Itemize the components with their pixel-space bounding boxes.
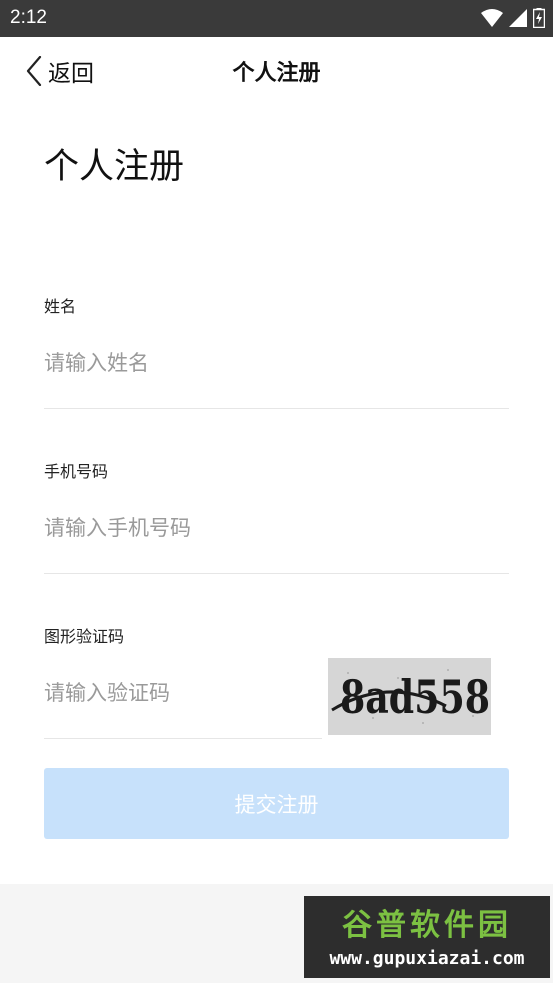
status-time: 2:12 bbox=[10, 7, 47, 28]
watermark-logo: 谷普软件园 bbox=[342, 908, 512, 943]
name-label: 姓名 bbox=[44, 297, 77, 316]
captcha-divider bbox=[44, 738, 322, 739]
status-icons bbox=[481, 8, 545, 28]
status-bar: 2:12 bbox=[0, 0, 553, 37]
submit-registration-button[interactable]: 提交注册 bbox=[44, 768, 509, 839]
nav-title: 个人注册 bbox=[232, 61, 321, 86]
name-input[interactable] bbox=[44, 338, 509, 388]
page-title: 个人注册 bbox=[44, 147, 185, 187]
watermark: 谷普软件园 www.gupuxiazai.com bbox=[304, 896, 550, 978]
signal-icon bbox=[509, 9, 527, 27]
wifi-icon bbox=[481, 9, 503, 27]
watermark-url: www.gupuxiazai.com bbox=[329, 948, 525, 969]
captcha-input[interactable] bbox=[44, 668, 320, 718]
phone-input[interactable] bbox=[44, 503, 509, 553]
captcha-image[interactable]: 8ad558 bbox=[328, 658, 491, 735]
name-divider bbox=[44, 408, 509, 409]
captcha-label: 图形验证码 bbox=[44, 627, 125, 646]
phone-label: 手机号码 bbox=[44, 462, 109, 481]
nav-bar: 返回 个人注册 bbox=[0, 37, 553, 103]
phone-divider bbox=[44, 573, 509, 574]
battery-icon bbox=[533, 8, 545, 28]
